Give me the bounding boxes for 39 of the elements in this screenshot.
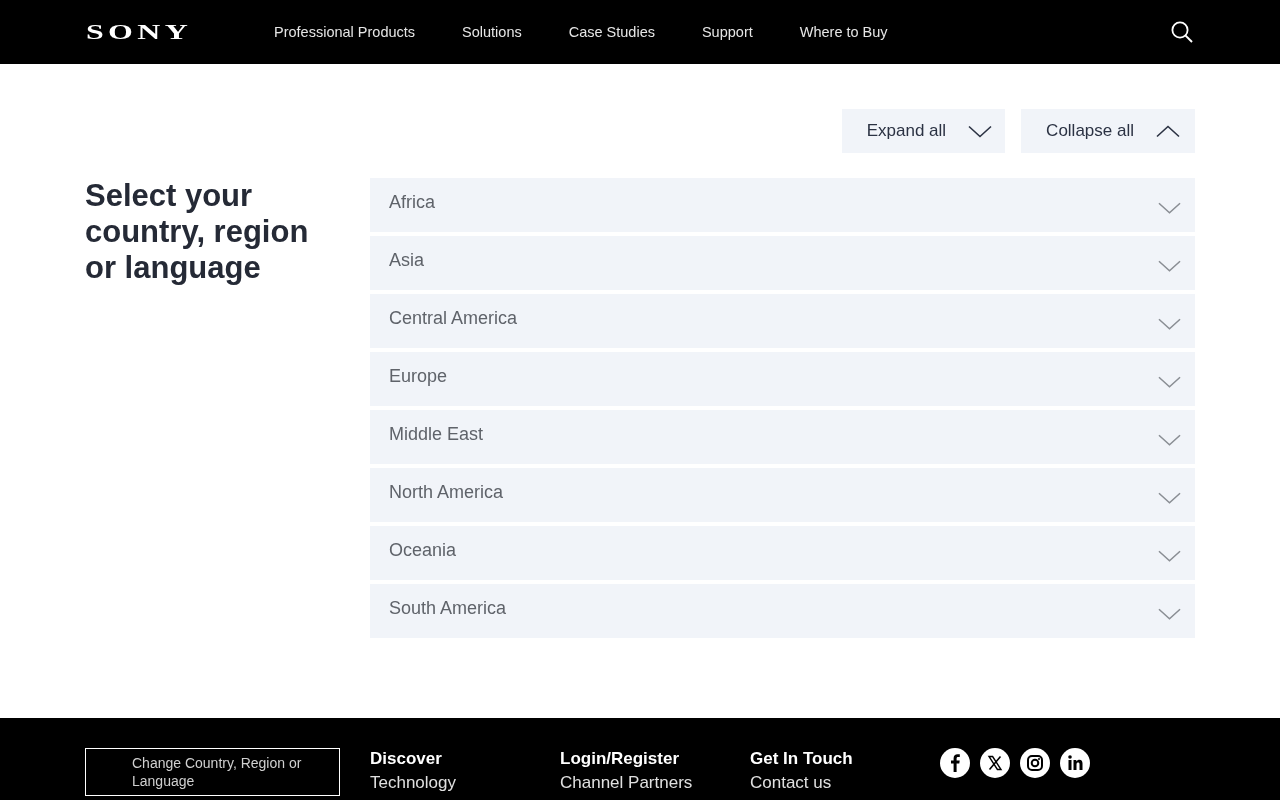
chevron-down-icon: [968, 124, 993, 138]
chevron-down-icon: [1158, 550, 1181, 562]
chevron-down-icon: [1158, 260, 1181, 272]
footer-link[interactable]: Channel Partners: [560, 772, 693, 794]
footer-heading: Login/Register: [560, 749, 679, 769]
footer-link[interactable]: Technology: [370, 772, 456, 794]
region-accordion-item[interactable]: Asia: [370, 236, 1195, 290]
chevron-down-icon: [1158, 434, 1181, 446]
region-accordion-item[interactable]: Central America: [370, 294, 1195, 348]
region-accordion-item[interactable]: Africa: [370, 178, 1195, 232]
chevron-down-icon: [1158, 492, 1181, 504]
search-icon[interactable]: [1171, 21, 1193, 43]
collapse-all-button[interactable]: Collapse all: [1021, 109, 1195, 153]
camera-icon[interactable]: [1020, 748, 1050, 778]
expand-all-button[interactable]: Expand all: [841, 109, 1006, 153]
region-accordion-item[interactable]: North America: [370, 468, 1195, 522]
chevron-down-icon: [1158, 318, 1181, 330]
nav-link[interactable]: Where to Buy: [799, 22, 888, 42]
nav-link[interactable]: Professional Products: [274, 22, 416, 42]
change-region-button[interactable]: Change Country, Region or Language: [85, 748, 340, 796]
facebook-icon[interactable]: [940, 748, 970, 778]
x-logo-icon[interactable]: [980, 748, 1010, 778]
footer-link[interactable]: Contact us: [750, 772, 832, 794]
region-accordion-item[interactable]: Europe: [370, 352, 1195, 406]
chevron-down-icon: [1158, 608, 1181, 620]
chevron-down-icon: [1158, 376, 1181, 388]
region-accordion-item[interactable]: Oceania: [370, 526, 1195, 580]
footer-heading: Discover: [370, 749, 442, 769]
brand-logo[interactable]: SONY: [86, 22, 193, 42]
footer-heading: Get In Touch: [750, 749, 853, 769]
nav-link[interactable]: Solutions: [462, 22, 522, 42]
chevron-down-icon: [1158, 202, 1181, 214]
page-title: Select your country, region or language: [85, 178, 310, 286]
linkedin-icon[interactable]: [1060, 748, 1090, 778]
nav-link[interactable]: Support: [701, 22, 753, 42]
region-accordion-item[interactable]: South America: [370, 584, 1195, 638]
nav-link[interactable]: Case Studies: [568, 22, 655, 42]
chevron-up-icon: [1156, 124, 1180, 138]
region-accordion-item[interactable]: Middle East: [370, 410, 1195, 464]
